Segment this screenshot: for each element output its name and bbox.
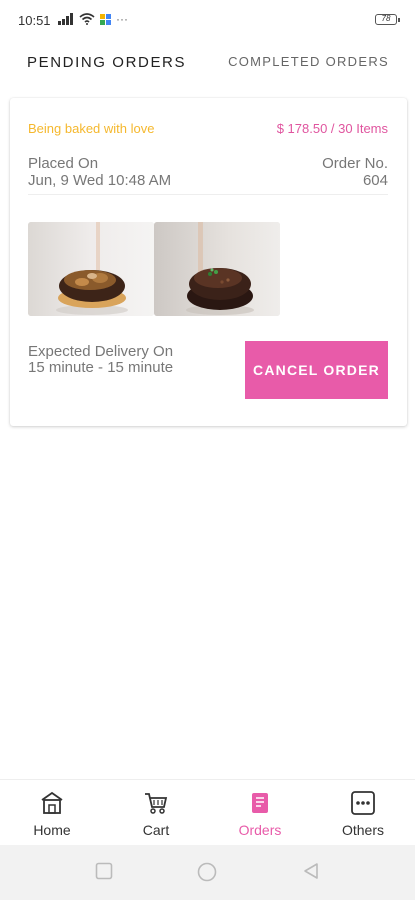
order-card[interactable]: Being baked with love $ 178.50 / 30 Item… bbox=[10, 98, 407, 426]
signal-icon bbox=[58, 13, 73, 25]
status-bar: 10:51 ··· 78 bbox=[0, 0, 415, 40]
nav-item-others[interactable]: Others bbox=[311, 790, 415, 838]
wifi-icon bbox=[79, 13, 95, 25]
divider bbox=[28, 194, 388, 195]
more-notifications-icon: ··· bbox=[116, 12, 128, 26]
donut-thumbnail-1[interactable] bbox=[28, 222, 154, 316]
caramel-donut-image bbox=[28, 222, 154, 316]
cancel-order-button[interactable]: CANCEL ORDER bbox=[245, 341, 388, 399]
nav-item-home[interactable]: Home bbox=[0, 790, 104, 838]
nav-item-orders[interactable]: Orders bbox=[208, 790, 312, 838]
order-status: Being baked with love bbox=[28, 121, 155, 136]
chocolate-donut-image bbox=[154, 222, 280, 316]
nav-label-home: Home bbox=[33, 822, 71, 838]
nav-label-cart: Cart bbox=[142, 822, 170, 838]
battery-icon: 78 bbox=[375, 14, 400, 25]
nav-item-cart[interactable]: Cart bbox=[104, 790, 208, 838]
back-icon[interactable] bbox=[302, 862, 320, 880]
system-navigation-bar bbox=[0, 845, 415, 900]
status-icons: ··· bbox=[58, 12, 128, 26]
order-tabs: PENDING ORDERS COMPLETED ORDERS bbox=[0, 40, 415, 84]
nav-label-orders: Orders bbox=[238, 822, 282, 838]
order-total: $ 178.50 / 30 Items bbox=[276, 121, 388, 136]
placed-on-label: Placed On bbox=[28, 155, 99, 172]
home-system-icon[interactable] bbox=[197, 862, 217, 882]
bottom-navigation: Home Cart Orders Others bbox=[0, 779, 415, 845]
home-icon bbox=[41, 791, 63, 814]
order-number-label: Order No. bbox=[322, 155, 388, 172]
orders-icon bbox=[252, 793, 268, 813]
tab-completed-orders[interactable]: COMPLETED ORDERS bbox=[228, 54, 389, 69]
recents-icon[interactable] bbox=[95, 862, 113, 880]
nav-label-others: Others bbox=[341, 822, 384, 838]
tab-pending-orders[interactable]: PENDING ORDERS bbox=[27, 54, 186, 71]
cart-icon bbox=[145, 793, 168, 814]
order-item-thumbnails bbox=[28, 222, 280, 316]
expected-delivery-label: Expected Delivery On bbox=[28, 343, 174, 360]
donut-thumbnail-2[interactable] bbox=[154, 222, 280, 316]
status-time: 10:51 bbox=[18, 13, 51, 28]
order-number: 604 bbox=[362, 172, 388, 189]
expected-delivery-time: 15 minute - 15 minute bbox=[28, 359, 174, 376]
more-icon bbox=[351, 791, 375, 815]
placed-on-date: Jun, 9 Wed 10:48 AM bbox=[28, 172, 172, 189]
app-notification-icon bbox=[100, 13, 111, 25]
